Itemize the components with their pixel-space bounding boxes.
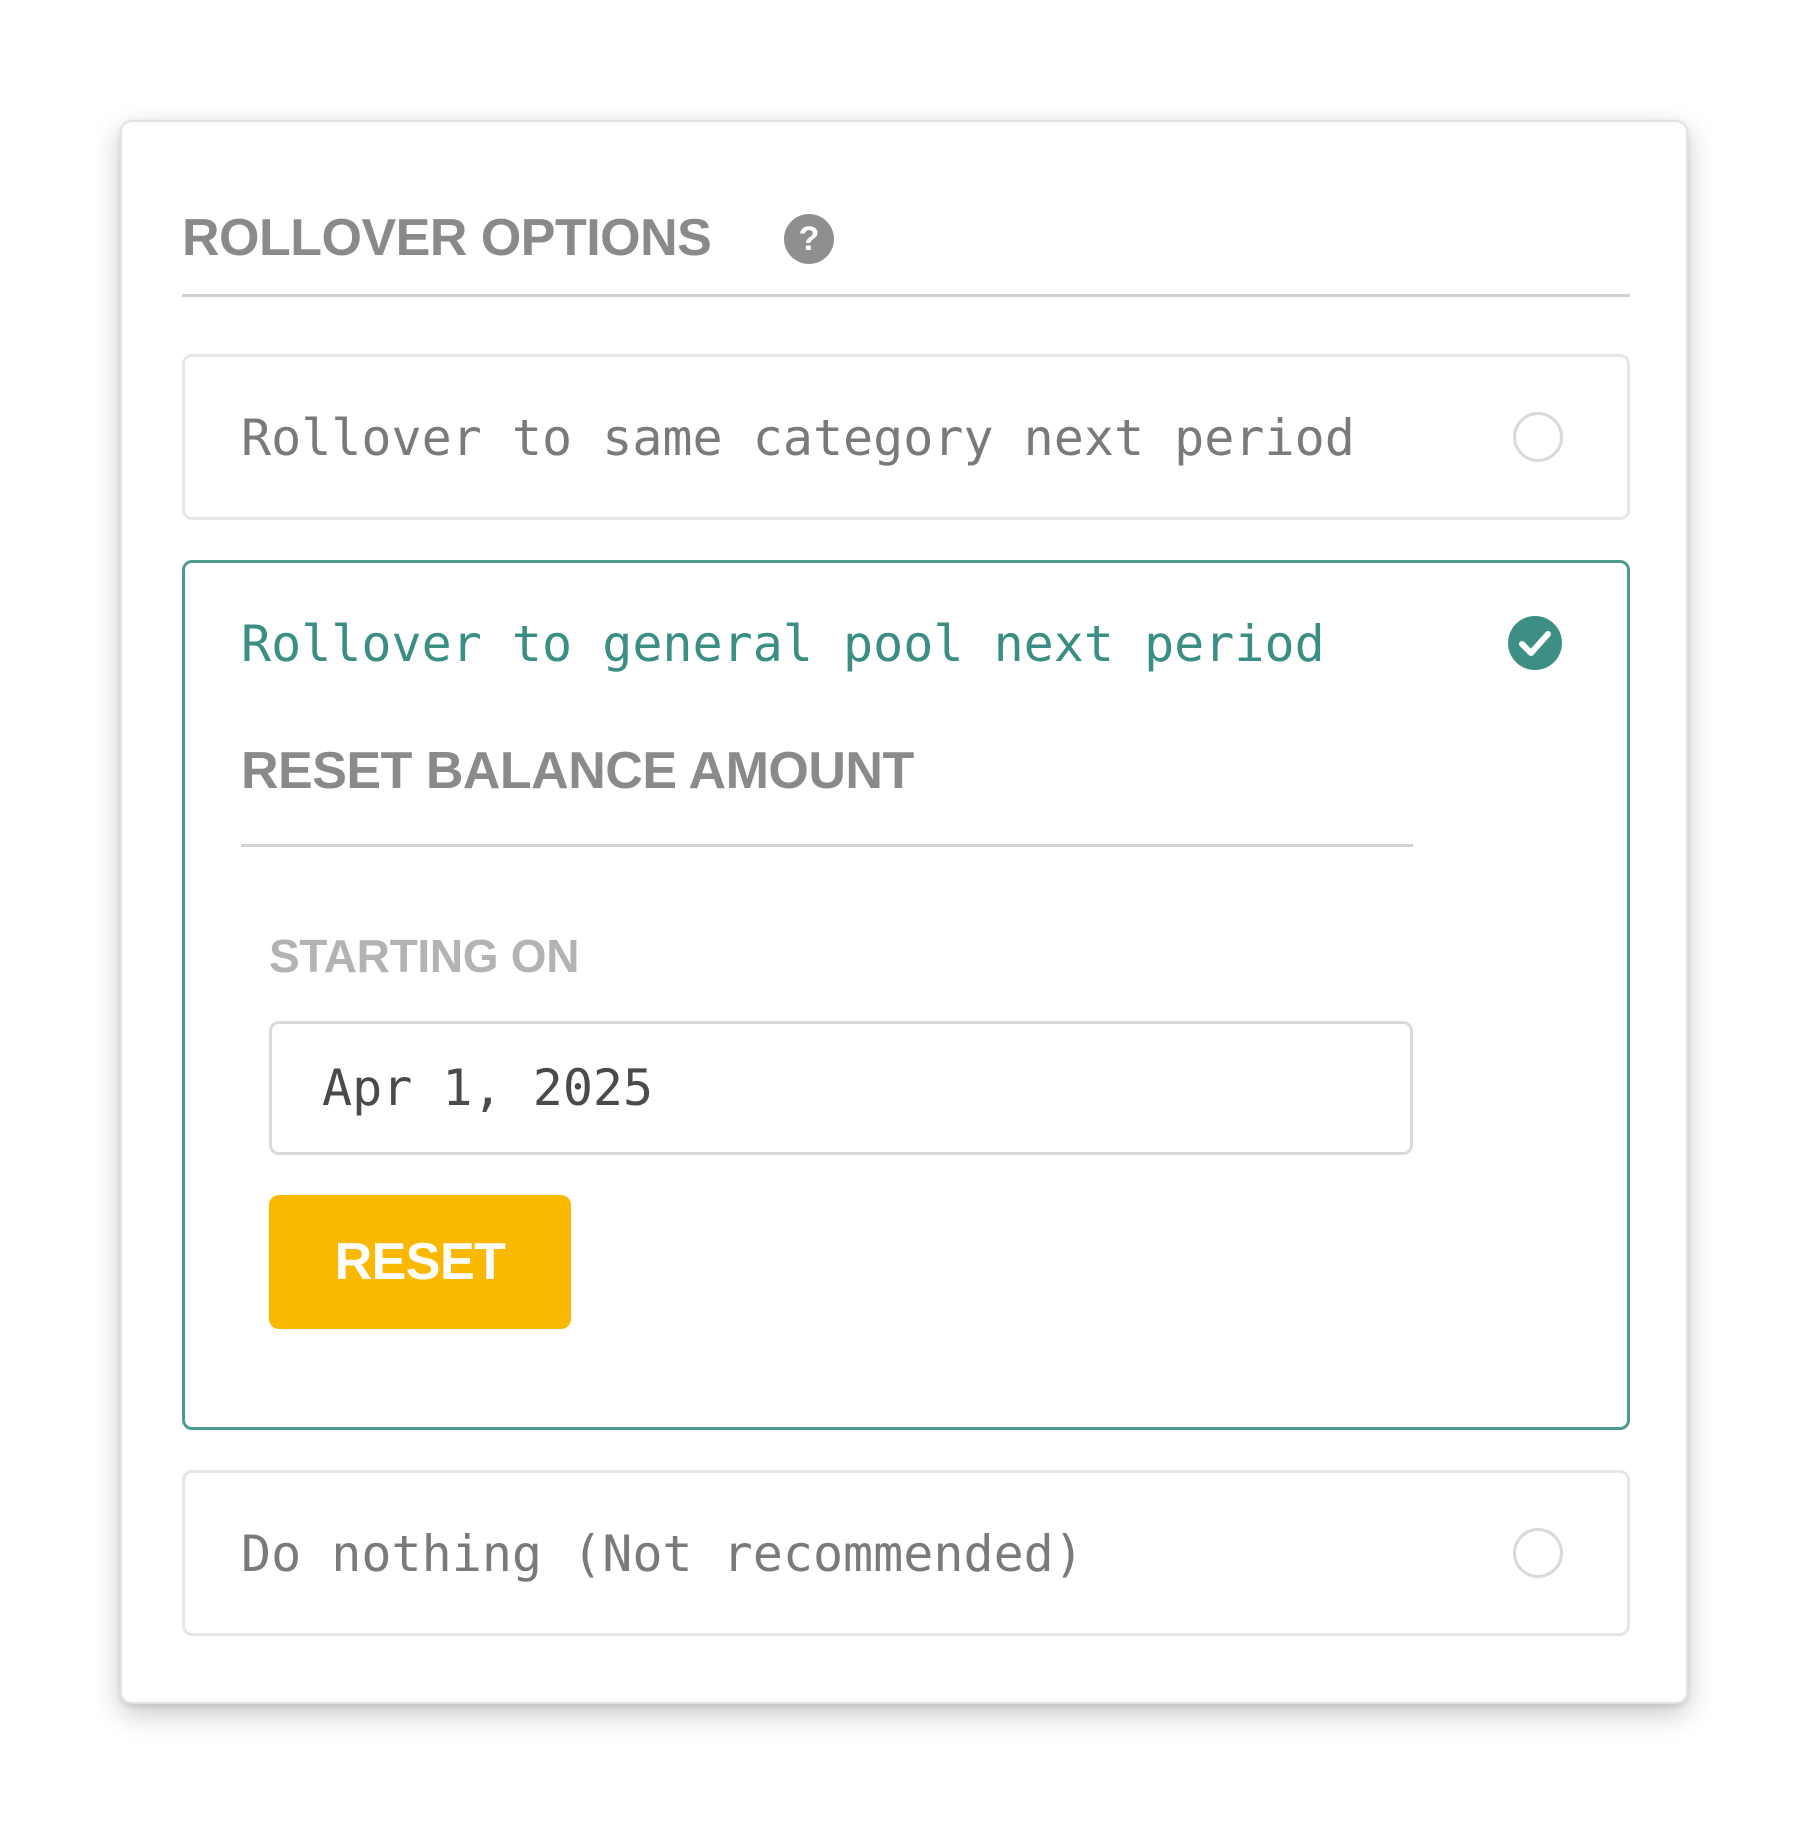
option-general-pool[interactable]: Rollover to general pool next period RES… xyxy=(182,560,1630,1430)
section-title: ROLLOVER OPTIONS xyxy=(182,209,712,267)
reset-button[interactable]: RESET xyxy=(269,1195,571,1329)
check-circle-icon[interactable] xyxy=(1507,615,1563,671)
option-do-nothing[interactable]: Do nothing (Not recommended) xyxy=(182,1470,1630,1636)
radio-unchecked-icon[interactable] xyxy=(1513,412,1563,462)
svg-text:?: ? xyxy=(799,220,820,258)
option-label: Do nothing (Not recommended) xyxy=(241,1525,1084,1583)
rollover-options-card: ROLLOVER OPTIONS ? Rollover to same cate… xyxy=(120,120,1688,1704)
option-label: Rollover to general pool next period xyxy=(241,615,1325,673)
question-circle-icon[interactable]: ? xyxy=(782,212,836,266)
reset-balance-title: RESET BALANCE AMOUNT xyxy=(241,742,914,800)
rollover-options-header: ROLLOVER OPTIONS ? xyxy=(182,182,1630,297)
option-label: Rollover to same category next period xyxy=(241,409,1355,467)
radio-unchecked-icon[interactable] xyxy=(1513,1528,1563,1578)
divider xyxy=(241,844,1413,847)
starting-date-field[interactable] xyxy=(269,1021,1413,1155)
option-same-category[interactable]: Rollover to same category next period xyxy=(182,354,1630,520)
starting-on-label: STARTING ON xyxy=(269,930,580,982)
